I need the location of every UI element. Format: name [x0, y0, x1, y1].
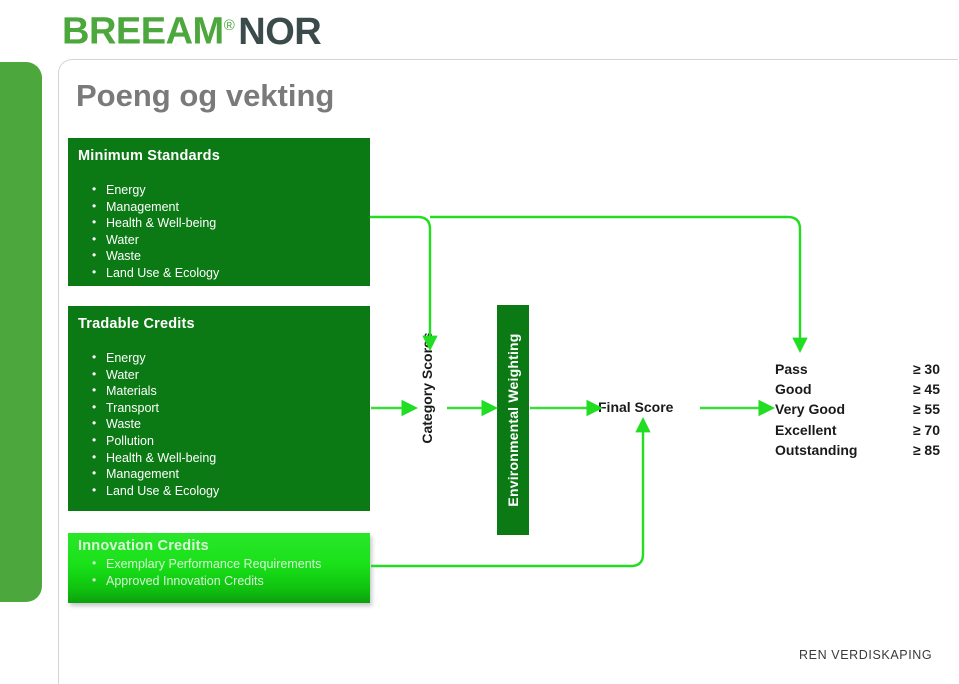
list-item: Management [68, 465, 370, 483]
innovation-credits-box: Innovation Credits Exemplary Performance… [68, 533, 370, 603]
list-item: Materials [68, 382, 370, 400]
list-item: Transport [68, 399, 370, 417]
category-scores-text: Category Scores [419, 331, 435, 444]
list-item: Exemplary Performance Requirements [68, 555, 370, 573]
list-item: Approved Innovation Credits [68, 572, 370, 590]
rating-score: ≥ 85 [912, 441, 940, 458]
environmental-weighting-bar: Environmental Weighting [497, 305, 529, 535]
tradable-credits-title: Tradable Credits [78, 316, 195, 332]
list-item: Energy [68, 349, 370, 367]
ratings-table: Pass ≥ 30 Good ≥ 45 Very Good ≥ 55 Excel… [775, 359, 940, 460]
innovation-credits-list: Exemplary Performance Requirements Appro… [68, 555, 370, 590]
list-item: Health & Well-being [68, 214, 370, 232]
list-item: Water [68, 366, 370, 384]
table-row: Outstanding ≥ 85 [775, 440, 940, 460]
list-item: Health & Well-being [68, 449, 370, 467]
rating-label: Outstanding [775, 441, 858, 458]
breeam-nor-logo: BREEAM® NOR [62, 4, 322, 54]
minimum-standards-title: Minimum Standards [78, 148, 220, 164]
tradable-credits-box: Tradable Credits Energy Water Materials … [68, 306, 370, 511]
rating-label: Very Good [775, 401, 846, 418]
minimum-standards-list: Energy Management Health & Well-being Wa… [68, 181, 370, 282]
rating-label: Excellent [775, 421, 837, 438]
rating-label: Good [775, 381, 812, 398]
list-item: Land Use & Ecology [68, 264, 370, 282]
list-item: Waste [68, 247, 370, 265]
logo-nor-text: NOR [238, 10, 322, 53]
final-score-label: Final Score [598, 399, 674, 415]
table-row: Good ≥ 45 [775, 379, 940, 399]
footer-tagline: REN VERDISKAPING [799, 648, 933, 662]
left-accent-bar [0, 62, 42, 602]
innovation-credits-title: Innovation Credits [78, 538, 209, 554]
rating-score: ≥ 45 [912, 381, 940, 398]
registered-trademark-icon: ® [223, 17, 235, 34]
rating-label: Pass [775, 361, 808, 377]
table-row: Excellent ≥ 70 [775, 420, 940, 440]
list-item: Pollution [68, 432, 370, 450]
table-row: Very Good ≥ 55 [775, 399, 940, 419]
list-item: Water [68, 231, 370, 249]
table-row: Pass ≥ 30 [775, 359, 940, 379]
rating-score: ≥ 30 [912, 361, 940, 377]
category-scores-label: Category Scores [412, 300, 442, 475]
rating-score: ≥ 70 [912, 421, 940, 438]
tradable-credits-list: Energy Water Materials Transport Waste P… [68, 349, 370, 500]
list-item: Land Use & Ecology [68, 482, 370, 500]
logo-breeam-text: BREEAM [62, 10, 224, 53]
rating-score: ≥ 55 [912, 401, 940, 418]
list-item: Management [68, 198, 370, 216]
page-title: Poeng og vekting [76, 78, 335, 113]
list-item: Waste [68, 415, 370, 433]
list-item: Energy [68, 181, 370, 199]
environmental-weighting-text: Environmental Weighting [505, 333, 521, 507]
minimum-standards-box: Minimum Standards Energy Management Heal… [68, 138, 370, 286]
slide-canvas: BREEAM® NOR Poeng og vekting Minimum Stan… [0, 0, 959, 684]
